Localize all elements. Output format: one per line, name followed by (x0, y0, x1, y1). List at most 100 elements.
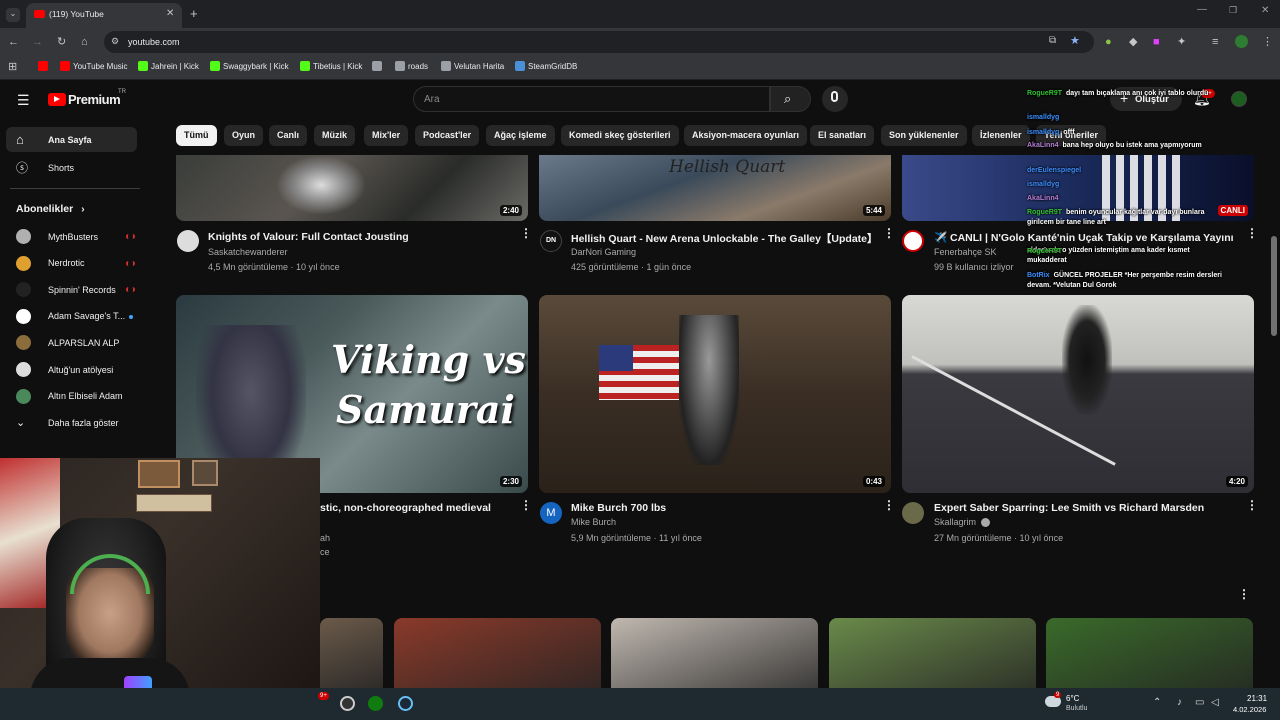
address-bar[interactable]: ⚙ youtube.com ⧉ ★ (104, 31, 1094, 53)
search-button[interactable]: ⌕ (770, 86, 811, 112)
bookmark-star-icon[interactable]: ★ (1070, 34, 1080, 47)
subscriptions-header[interactable]: Abonelikler › (16, 203, 85, 215)
video-menu-icon[interactable]: ⋮ (520, 499, 532, 511)
install-app-icon[interactable]: ⧉ (1049, 35, 1056, 46)
hamburger-menu-icon[interactable]: ☰ (17, 92, 30, 109)
clock-date[interactable]: 4.02.2026 (1233, 705, 1266, 714)
video-menu-icon[interactable]: ⋮ (883, 499, 895, 511)
chip-2[interactable]: Canlı (269, 125, 308, 146)
channel-avatar[interactable]: M (540, 502, 562, 524)
steam-icon[interactable] (398, 696, 413, 711)
channel-avatar[interactable] (902, 230, 924, 252)
youtube-logo-icon[interactable] (48, 93, 66, 106)
bookmark-item[interactable]: Jahrein | Kick (138, 61, 199, 71)
sidebar-subscription[interactable]: Nerdrotic (16, 255, 85, 271)
video-title[interactable]: ✈️ CANLI | N'Golo Kanté'nin Uçak Takip v… (934, 231, 1239, 244)
video-menu-icon[interactable]: ⋮ (1246, 227, 1258, 239)
clock-time[interactable]: 21:31 (1247, 694, 1267, 703)
chip-10[interactable]: Son yüklenenler (881, 125, 967, 146)
video-channel[interactable]: Fenerbahçe SK (934, 247, 997, 257)
video-title[interactable]: stic, non-choreographed medieval (320, 502, 491, 514)
video-title[interactable]: Hellish Quart - New Arena Unlockable - T… (571, 231, 878, 246)
sidebar-subscription[interactable]: MythBusters (16, 229, 98, 244)
video-title[interactable]: Mike Burch 700 lbs (571, 502, 666, 514)
chip-11[interactable]: İzlenenler (972, 125, 1030, 146)
sidebar-subscription[interactable]: Altuğ'un atölyesi (16, 362, 113, 377)
chip-7[interactable]: Komedi skeç gösterileri (561, 125, 679, 146)
obs-icon[interactable] (340, 696, 355, 711)
extension-cat-icon[interactable]: ● (1105, 36, 1112, 48)
video-channel[interactable]: Saskatchewanderer (208, 247, 288, 257)
extension-pink-icon[interactable]: ■ (1153, 36, 1160, 48)
sidebar-home[interactable]: ⌂ Ana Sayfa (16, 132, 92, 147)
chip-4[interactable]: Mix'ler (364, 125, 409, 146)
tray-monitor-icon[interactable]: ▭ (1195, 697, 1204, 708)
short-thumbnail[interactable] (1046, 618, 1253, 688)
shorts-menu-icon[interactable]: ⋮ (1238, 588, 1250, 600)
video-menu-icon[interactable]: ⋮ (520, 227, 532, 239)
channel-avatar[interactable]: DN (540, 230, 562, 252)
bookmark-item[interactable]: SteamGridDB (515, 61, 577, 71)
forward-icon[interactable]: → (32, 36, 43, 48)
video-thumbnail[interactable]: 0:43 (539, 295, 891, 493)
new-tab-button[interactable]: + (190, 6, 198, 21)
window-close-icon[interactable]: ✕ (1261, 5, 1269, 16)
profile-avatar[interactable] (1235, 35, 1248, 48)
search-input[interactable]: Ara (413, 86, 770, 112)
site-info-icon[interactable]: ⚙ (111, 36, 119, 47)
chip-8[interactable]: Aksiyon-macera oyunları (684, 125, 808, 146)
reload-icon[interactable]: ↻ (57, 36, 66, 48)
tray-chevron-icon[interactable]: ⌃ (1153, 697, 1161, 708)
video-menu-icon[interactable]: ⋮ (883, 227, 895, 239)
minimize-icon[interactable]: — (1197, 4, 1207, 15)
short-thumbnail[interactable] (320, 618, 383, 688)
extension-diamond-icon[interactable]: ◆ (1129, 36, 1137, 48)
tray-mic-icon[interactable]: ♪ (1177, 697, 1182, 708)
short-thumbnail[interactable] (394, 618, 601, 688)
video-channel[interactable]: DarNori Gaming (571, 247, 636, 257)
video-channel[interactable]: Mike Burch (571, 517, 616, 527)
home-icon[interactable]: ⌂ (81, 36, 88, 48)
back-icon[interactable]: ← (8, 36, 19, 48)
video-channel[interactable]: ah (320, 533, 330, 543)
browser-tab[interactable]: (119) YouTube ✕ (26, 3, 182, 28)
show-more-button[interactable]: ⌄ Daha fazla göster (16, 416, 119, 429)
chip-3[interactable]: Müzik (314, 125, 356, 146)
video-thumbnail[interactable]: 4:20 (902, 295, 1254, 493)
bookmark-item[interactable] (38, 61, 48, 71)
bookmark-item[interactable]: Swaggybark | Kick (210, 61, 289, 71)
video-title[interactable]: Knights of Valour: Full Contact Jousting (208, 231, 409, 243)
video-thumbnail[interactable]: 2:40 (176, 155, 528, 221)
xbox-icon[interactable] (368, 696, 383, 711)
tab-search-icon[interactable]: ⌄ (6, 8, 20, 22)
chip-1[interactable]: Oyun (224, 125, 264, 146)
video-title[interactable]: Expert Saber Sparring: Lee Smith vs Rich… (934, 502, 1204, 514)
bookmark-item[interactable]: YouTube Music (60, 61, 128, 71)
chip-9[interactable]: El sanatları (810, 125, 875, 146)
sidebar-subscription[interactable]: Adam Savage's T... (16, 308, 125, 324)
logo-text[interactable]: Premium (68, 92, 121, 107)
channel-avatar[interactable] (177, 230, 199, 252)
sidebar-shorts[interactable]: ⓢ Shorts (16, 159, 74, 176)
account-avatar[interactable] (1231, 91, 1247, 107)
bookmark-item[interactable]: Velutan Harita (441, 61, 504, 71)
extensions-puzzle-icon[interactable]: ✦ (1177, 36, 1186, 48)
video-channel[interactable]: Skallagrim (934, 517, 976, 527)
bookmark-item[interactable] (372, 61, 382, 71)
sidebar-subscription[interactable]: ALPARSLAN ALP (16, 335, 119, 351)
voice-search-button[interactable] (822, 86, 848, 112)
restore-icon[interactable]: ❐ (1229, 5, 1237, 16)
tray-volume-icon[interactable]: ◁ (1211, 697, 1219, 708)
sidebar-subscription[interactable]: Altın Elbiseli Adam (16, 388, 123, 404)
chip-0[interactable]: Tümü (176, 125, 217, 146)
sidebar-subscription[interactable]: Spinnin' Records (16, 282, 116, 298)
bookmark-item[interactable]: Tibetius | Kick (300, 61, 362, 71)
chip-5[interactable]: Podcast'ler (415, 125, 480, 146)
short-thumbnail[interactable] (829, 618, 1036, 688)
tab-close-icon[interactable]: ✕ (166, 8, 174, 19)
chip-6[interactable]: Ağaç işleme (486, 125, 555, 146)
reading-list-icon[interactable]: ≡ (1212, 36, 1218, 48)
short-thumbnail[interactable] (611, 618, 818, 688)
channel-avatar[interactable] (902, 502, 924, 524)
page-scrollbar[interactable] (1271, 236, 1277, 336)
